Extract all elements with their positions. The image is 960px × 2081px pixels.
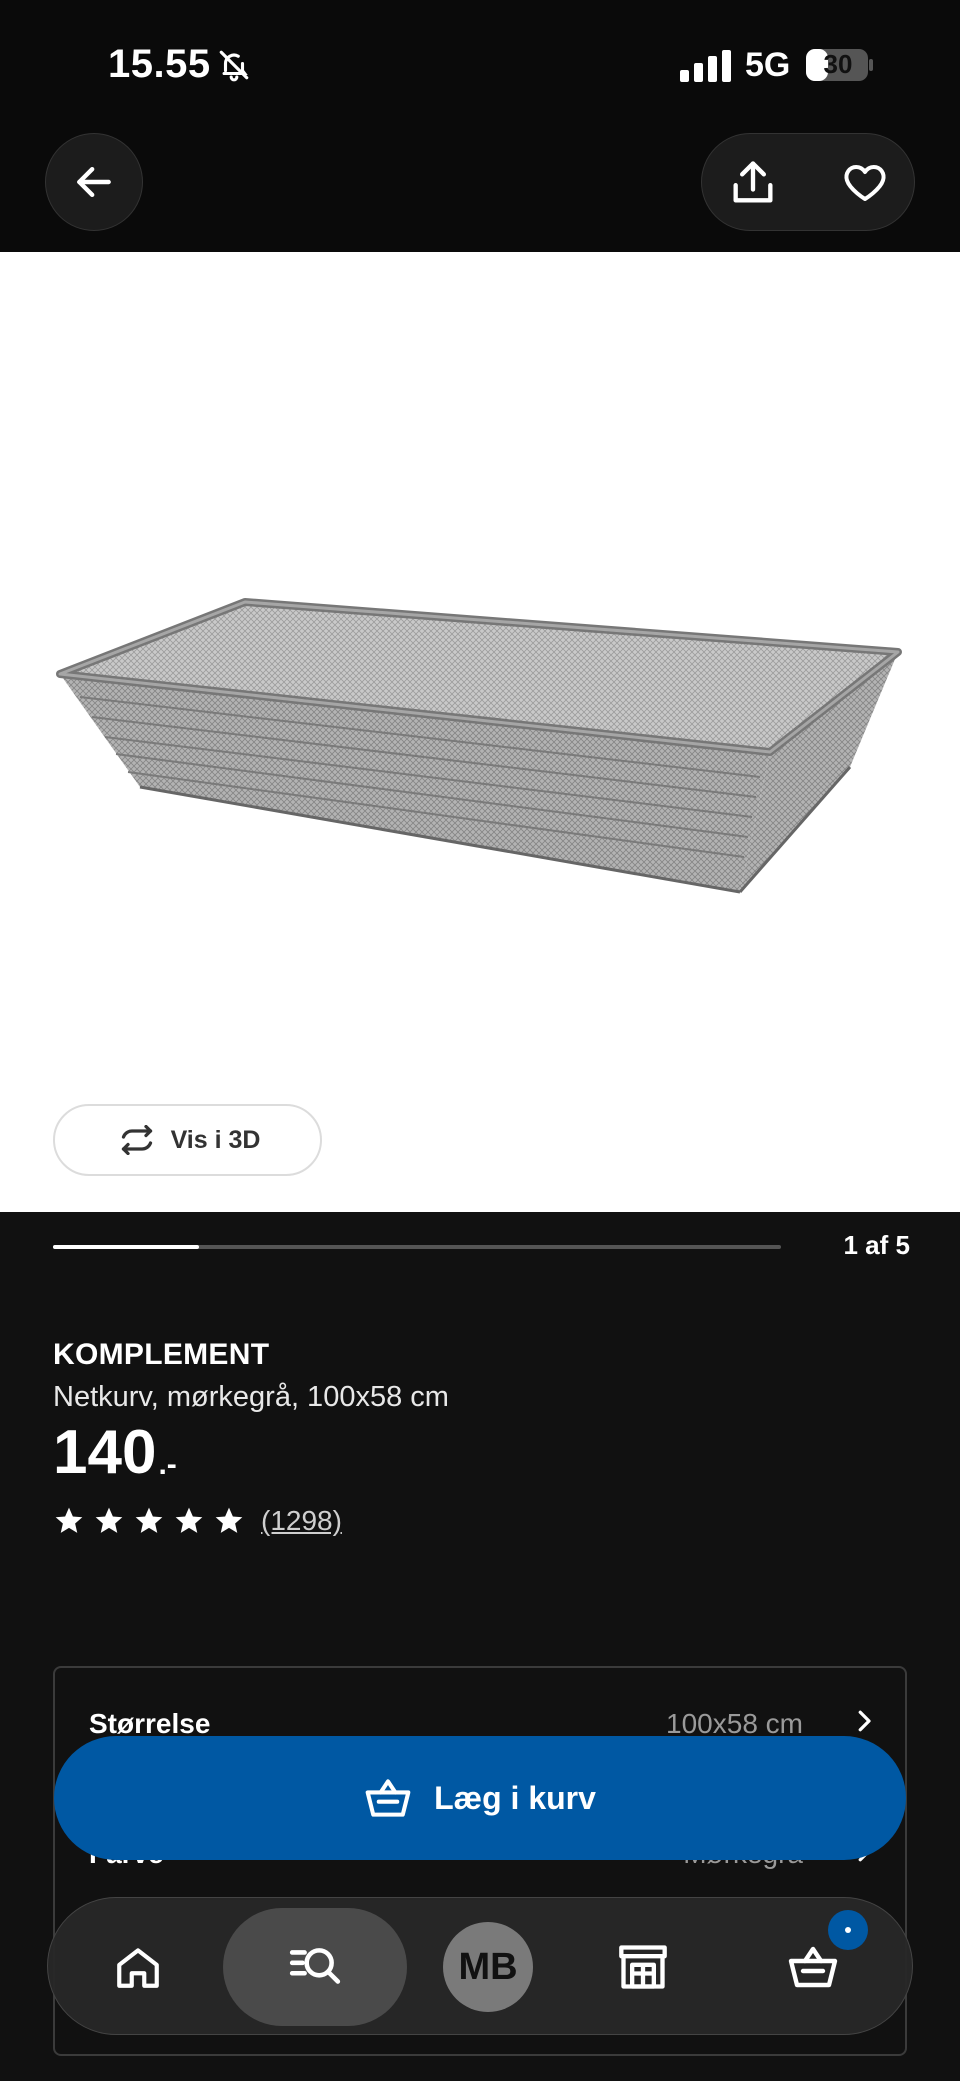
review-count[interactable]: (1298) [261,1505,342,1537]
home-icon [117,1948,159,1988]
add-to-basket-label: Læg i kurv [434,1779,596,1816]
profile-avatar: MB [443,1922,533,2012]
back-button[interactable] [45,133,143,231]
star-icon [175,1507,203,1533]
status-bar: 15.55 5G 30 [0,0,960,130]
header-actions [701,133,915,231]
product-rating[interactable]: (1298) [53,1505,342,1537]
chevron-right-icon [858,1710,871,1732]
product-page: 15.55 5G 30 Vis i 3D 1 af 5 KOMPLEMENT N… [0,0,960,2081]
star-icon [135,1507,163,1533]
nav-stores[interactable] [588,1898,698,2036]
bell-muted-icon [219,50,249,82]
share-button[interactable] [724,154,782,212]
signal-icon [680,50,731,82]
network-label: 5G [745,46,791,84]
nav-home[interactable] [88,1898,188,2036]
product-image-area[interactable]: Vis i 3D [0,252,960,1212]
search-icon [289,1948,341,1984]
bottom-nav: MB [47,1897,913,2035]
arrow-left-icon [77,166,111,198]
top-nav [0,130,960,252]
add-to-basket-button[interactable]: Læg i kurv [54,1736,906,1860]
price-amount: 140 [53,1418,157,1487]
basket-badge [828,1910,868,1950]
price-suffix: .- [158,1448,177,1481]
basket-badge-dot [845,1927,851,1933]
star-icon [215,1507,243,1533]
basket-icon [788,1946,838,1988]
heart-icon [844,165,886,201]
view-3d-button[interactable]: Vis i 3D [53,1104,322,1176]
carousel-progress-fill [53,1245,199,1249]
carousel-counter: 1 af 5 [843,1230,911,1260]
star-icon [95,1507,123,1533]
store-icon [619,1945,667,1989]
rotate-icon [121,1125,152,1155]
carousel-progress [53,1245,781,1249]
star-icon [55,1507,83,1533]
nav-profile[interactable]: MB [428,1898,548,2036]
basket-icon [365,1779,411,1817]
view-3d-label: Vis i 3D [170,1125,261,1154]
status-time: 15.55 [108,42,211,86]
nav-search[interactable] [223,1898,407,2036]
product-image [56,598,902,894]
battery-level: 30 [823,49,853,79]
product-description: Netkurv, mørkegrå, 100x58 cm [53,1381,449,1413]
share-icon [733,161,773,203]
favourite-button[interactable] [836,154,894,212]
product-brand: KOMPLEMENT [53,1338,270,1371]
product-price: 140 .- [53,1422,177,1484]
